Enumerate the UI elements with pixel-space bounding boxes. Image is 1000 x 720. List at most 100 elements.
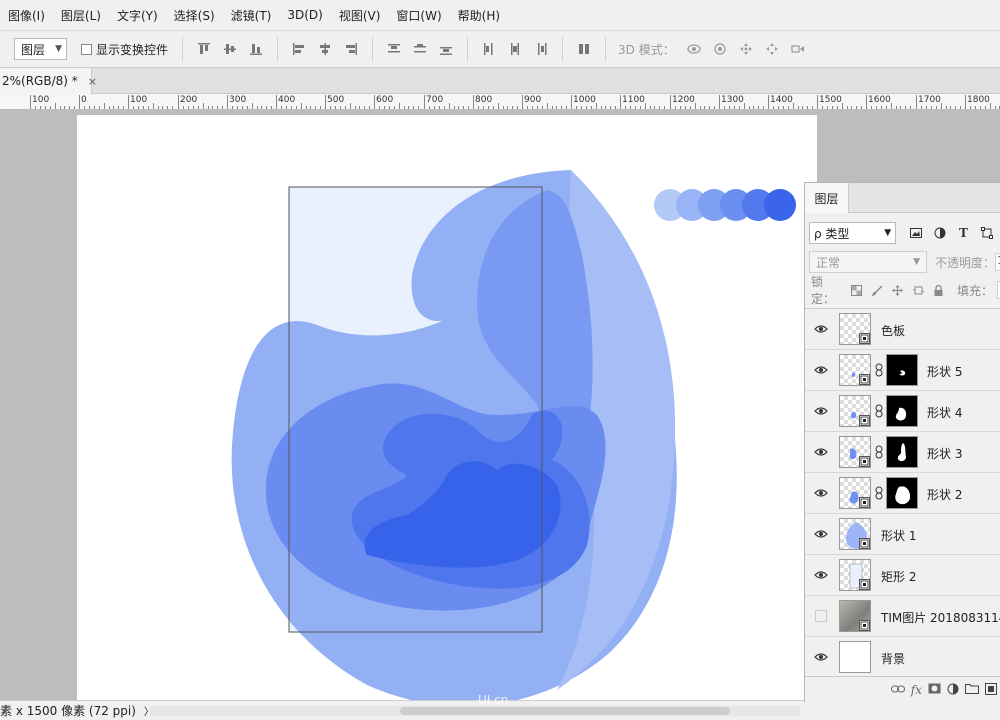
menu-item-filter[interactable]: 滤镜(T) <box>223 7 280 24</box>
layer-row[interactable]: TIM图片 2018083114... <box>805 596 1000 637</box>
menu-item-window[interactable]: 窗口(W) <box>388 7 449 24</box>
tab-layers[interactable]: 图层 <box>805 183 849 213</box>
layer-thumbnail[interactable] <box>839 313 871 345</box>
layer-mask-thumbnail[interactable] <box>886 477 918 509</box>
ruler-major-tick <box>374 95 375 109</box>
eye-icon[interactable] <box>813 363 829 377</box>
lock-all-icon[interactable] <box>930 281 947 299</box>
visibility-toggle[interactable] <box>815 610 827 622</box>
layer-thumbnail[interactable] <box>839 600 871 632</box>
layer-row[interactable]: 形状 4 <box>805 391 1000 432</box>
layer-mask-thumbnail[interactable] <box>886 436 918 468</box>
scrollbar-thumb[interactable] <box>400 707 730 715</box>
pan-3d-icon[interactable] <box>733 37 759 61</box>
slide-3d-icon[interactable] <box>759 37 785 61</box>
layer-thumbnail[interactable] <box>839 518 871 550</box>
lock-move-icon[interactable] <box>889 281 906 299</box>
scale-3d-icon[interactable] <box>785 37 811 61</box>
mask-link-icon[interactable] <box>875 486 883 500</box>
divider <box>182 37 184 61</box>
auto-align-icon[interactable] <box>571 37 597 61</box>
align-vcenter-icon[interactable] <box>217 37 243 61</box>
ruler-minor-tick <box>842 103 843 109</box>
orbit-3d-icon[interactable] <box>681 37 707 61</box>
adjustment-layer-icon[interactable] <box>947 683 959 698</box>
distribute-vcenter-icon[interactable] <box>407 37 433 61</box>
layer-thumbnail[interactable] <box>839 559 871 591</box>
layer-thumbnail[interactable] <box>839 395 871 427</box>
close-icon[interactable]: × <box>88 75 97 88</box>
distribute-top-icon[interactable] <box>381 37 407 61</box>
blend-mode-dropdown[interactable]: 正常 ▼ <box>809 251 927 273</box>
align-left-icon[interactable] <box>286 37 312 61</box>
mask-link-icon[interactable] <box>875 445 883 459</box>
layer-thumbnail[interactable] <box>839 477 871 509</box>
mask-link-icon[interactable] <box>875 363 883 377</box>
layer-row[interactable]: 形状 1 <box>805 514 1000 555</box>
eye-icon[interactable] <box>813 445 829 459</box>
horizontal-ruler[interactable]: 100 0 100 200 300 400 500 600 700 800 900 1000 1100 1… <box>0 94 1000 110</box>
layer-mask-thumbnail[interactable] <box>886 354 918 386</box>
distribute-left-icon[interactable] <box>476 37 502 61</box>
eye-icon[interactable] <box>813 650 829 664</box>
menu-item-help[interactable]: 帮助(H) <box>450 7 508 24</box>
ruler-minor-tick <box>153 103 154 109</box>
lock-transparent-icon[interactable] <box>848 281 865 299</box>
link-layers-icon[interactable] <box>890 683 905 697</box>
distribute-bottom-icon[interactable] <box>433 37 459 61</box>
layer-thumbnail[interactable] <box>839 354 871 386</box>
menu-item-image[interactable]: 图像(I) <box>0 7 53 24</box>
auto-select-value: 图层 <box>21 42 46 57</box>
distribute-right-icon[interactable] <box>528 37 554 61</box>
eye-icon[interactable] <box>813 322 829 336</box>
lock-artboard-icon[interactable] <box>910 281 927 299</box>
layer-row[interactable]: 背景 <box>805 637 1000 678</box>
auto-select-dropdown[interactable]: 图层 ▼ <box>14 38 67 60</box>
distribute-hcenter-icon[interactable] <box>502 37 528 61</box>
layer-row[interactable]: 形状 5 <box>805 350 1000 391</box>
eye-icon[interactable] <box>813 568 829 582</box>
ruler-major-tick <box>30 95 31 109</box>
document-canvas[interactable] <box>77 115 817 700</box>
layer-filter-dropdown[interactable]: ρ 类型 ▼ <box>809 222 897 244</box>
menu-item-select[interactable]: 选择(S) <box>166 7 223 24</box>
folder-icon[interactable] <box>965 683 979 697</box>
document-tab[interactable]: 2%(RGB/8) * × <box>0 68 97 94</box>
menu-item-layer[interactable]: 图层(L) <box>53 7 109 24</box>
add-mask-icon[interactable] <box>928 683 941 697</box>
menu-item-type[interactable]: 文字(Y) <box>109 7 166 24</box>
align-right-icon[interactable] <box>338 37 364 61</box>
layer-row[interactable]: 形状 3 <box>805 432 1000 473</box>
eye-icon[interactable] <box>813 527 829 541</box>
layer-thumbnail[interactable] <box>839 436 871 468</box>
adjustment-filter-icon[interactable] <box>928 222 952 244</box>
show-transform-checkbox[interactable]: 显示变换控件 <box>81 41 168 58</box>
checkbox-box[interactable] <box>81 43 92 55</box>
layer-row[interactable]: 形状 2 <box>805 473 1000 514</box>
menu-item-3d[interactable]: 3D(D) <box>279 8 330 22</box>
align-top-icon[interactable] <box>191 37 217 61</box>
divider <box>372 37 374 61</box>
ruler-major-tick <box>916 95 917 109</box>
menu-item-view[interactable]: 视图(V) <box>331 7 389 24</box>
align-bottom-icon[interactable] <box>243 37 269 61</box>
layer-thumbnail[interactable] <box>839 641 871 673</box>
mask-link-icon[interactable] <box>875 404 883 418</box>
layer-mask-thumbnail[interactable] <box>886 395 918 427</box>
ruler-label: 600 <box>376 95 394 105</box>
shape-filter-icon[interactable] <box>975 222 999 244</box>
layer-row[interactable]: 色板 <box>805 309 1000 350</box>
image-filter-icon[interactable] <box>904 222 928 244</box>
new-layer-icon[interactable] <box>985 682 997 698</box>
roll-3d-icon[interactable] <box>707 37 733 61</box>
layer-style-icon[interactable]: fx <box>911 683 922 697</box>
horizontal-scrollbar[interactable] <box>150 706 800 716</box>
eye-icon[interactable] <box>813 404 829 418</box>
ruler-label: 100 <box>32 95 50 105</box>
layer-row[interactable]: 矩形 2 <box>805 555 1000 596</box>
lock-brush-icon[interactable] <box>869 281 886 299</box>
align-hcenter-icon[interactable] <box>312 37 338 61</box>
opacity-field[interactable]: 1 <box>995 253 1000 271</box>
eye-icon[interactable] <box>813 486 829 500</box>
type-filter-icon[interactable]: T <box>952 222 976 244</box>
